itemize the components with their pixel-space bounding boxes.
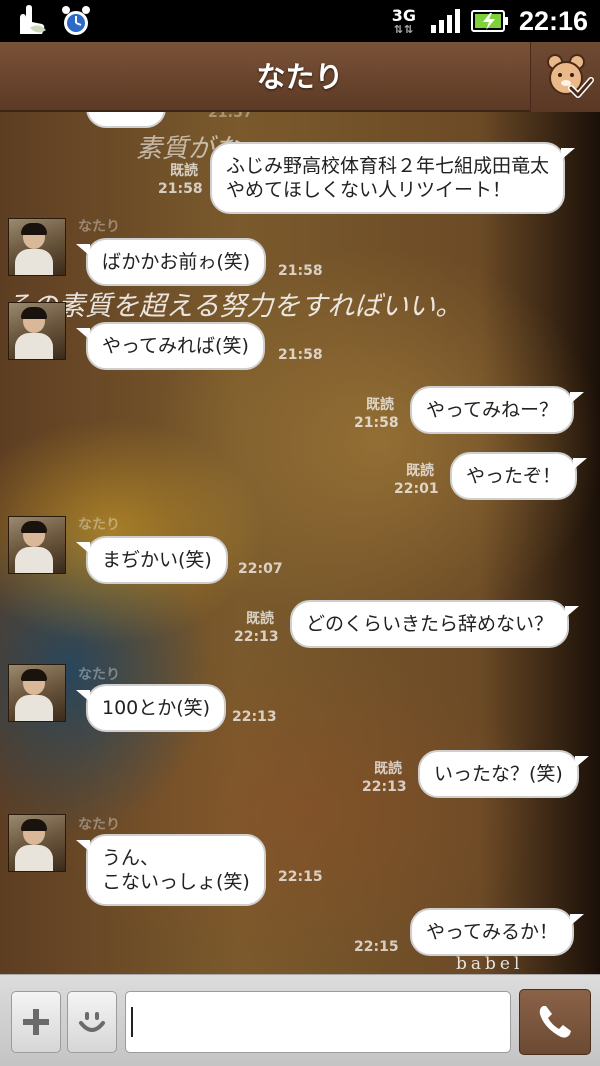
data-arrows-icon: ⇅⇅: [393, 22, 415, 36]
sender-name: なたり: [78, 667, 120, 683]
message-time: 21:58: [278, 263, 323, 279]
text-cursor: [131, 1007, 133, 1037]
message-input[interactable]: [125, 991, 511, 1053]
bear-check-icon: [547, 54, 594, 98]
message-time: 22:13: [234, 629, 279, 645]
message-time: 22:01: [394, 481, 439, 497]
sticker-button[interactable]: [67, 991, 117, 1053]
plus-icon: [23, 1009, 49, 1035]
sender-name: なたり: [78, 219, 120, 235]
status-bar: 3G ⇅⇅ 22:16: [0, 0, 600, 42]
message-text-line: まぢかい(笑): [102, 549, 212, 571]
read-receipt: 既読: [170, 163, 198, 179]
message-bubble-outgoing[interactable]: やってみねー？: [410, 386, 585, 434]
message-text-line: やってみるか！: [426, 921, 559, 943]
message-bubble-outgoing[interactable]: やったぞ！: [450, 452, 588, 500]
message-time-partial: 21:57: [208, 112, 253, 121]
message-bubble-outgoing[interactable]: どのくらいきたら辞めない？: [290, 600, 580, 648]
message-bubble-incoming[interactable]: ばかかお前ゎ(笑): [75, 238, 267, 286]
message-bubble-incoming[interactable]: 100とか(笑): [75, 684, 227, 732]
read-receipt: 既読: [366, 397, 394, 413]
message-text-line: いったな？(笑): [434, 763, 563, 785]
message-text-line: ふじみ野高校体育科２年七組成田竜太: [226, 155, 550, 177]
message-time: 22:13: [362, 779, 407, 795]
background-text-2: その素質を超える努力をすればいい。: [4, 291, 463, 322]
chat-header: なたり: [0, 42, 600, 112]
message-text-line: どのくらいきたら辞めない？: [306, 613, 554, 635]
message-time: 21:58: [354, 415, 399, 431]
avatar[interactable]: [8, 516, 66, 574]
phone-icon: [539, 1006, 571, 1038]
read-receipt: 既読: [406, 463, 434, 479]
message-bubble-outgoing[interactable]: ふじみ野高校体育科２年七組成田竜太 やめてほしくない人リツイート！: [210, 142, 576, 214]
network-type: 3G ⇅⇅: [387, 5, 421, 36]
read-receipt: 既読: [374, 761, 402, 777]
message-text-line: こないっしょ(笑): [102, 871, 250, 893]
message-meta: 既読 22:13: [234, 610, 279, 646]
message-time: 22:13: [232, 709, 277, 725]
message-bubble-incoming[interactable]: まぢかい(笑): [76, 536, 228, 584]
call-button[interactable]: [519, 989, 591, 1055]
message-input-bar: [0, 974, 600, 1066]
message-text-line: やったぞ！: [466, 465, 562, 487]
read-receipt: 既読: [246, 611, 274, 627]
message-meta: 既読 22:01: [394, 462, 439, 498]
sender-name: なたり: [78, 817, 120, 833]
avatar[interactable]: [8, 814, 66, 872]
message-time: 22:07: [238, 561, 283, 577]
avatar[interactable]: [8, 664, 66, 722]
message-meta: 既読 22:13: [362, 760, 407, 796]
message-time: 22:15: [354, 939, 399, 955]
battery-charging-icon: [470, 10, 508, 32]
background-watermark: babel: [456, 954, 524, 974]
message-text-line: ばかかお前ゎ(笑): [102, 251, 251, 273]
message-text-line: やめてほしくない人リツイート！: [226, 179, 512, 201]
plus-button[interactable]: [11, 991, 61, 1053]
message-time: 21:58: [278, 347, 323, 363]
message-bubble-incoming[interactable]: うん、 こないっしょ(笑): [76, 834, 266, 906]
signal-strength-icon: [430, 9, 460, 33]
message-text-line: やってみれば(笑): [102, 335, 249, 357]
smiley-icon: [79, 1012, 105, 1032]
touch-hand-icon: [20, 5, 46, 34]
message-bubble-incoming[interactable]: やってみれば(笑): [76, 322, 265, 370]
avatar[interactable]: [8, 302, 66, 360]
message-meta: 既読 21:58: [158, 162, 203, 198]
message-text-line: うん、: [102, 847, 160, 869]
chat-area[interactable]: 素質がな… その素質を超える努力をすればいい。 babel 21:57 既読 2…: [0, 112, 600, 974]
message-meta: 既読 21:58: [354, 396, 399, 432]
sender-name: なたり: [78, 517, 120, 533]
network-label: 3G: [391, 5, 417, 25]
message-text-line: やってみねー？: [426, 399, 559, 421]
message-bubble-outgoing[interactable]: やってみるか！: [410, 908, 585, 956]
message-text-line: 100とか(笑): [102, 697, 211, 719]
message-bubble-partial[interactable]: [86, 112, 166, 128]
alarm-clock-icon: [62, 6, 90, 35]
message-time: 21:58: [158, 181, 203, 197]
message-time: 22:15: [278, 869, 323, 885]
avatar[interactable]: [8, 218, 66, 276]
message-bubble-outgoing[interactable]: いったな？(笑): [418, 750, 589, 798]
menu-button[interactable]: [530, 42, 600, 112]
page-title: なたり: [256, 60, 344, 94]
status-clock: 22:16: [518, 5, 588, 36]
